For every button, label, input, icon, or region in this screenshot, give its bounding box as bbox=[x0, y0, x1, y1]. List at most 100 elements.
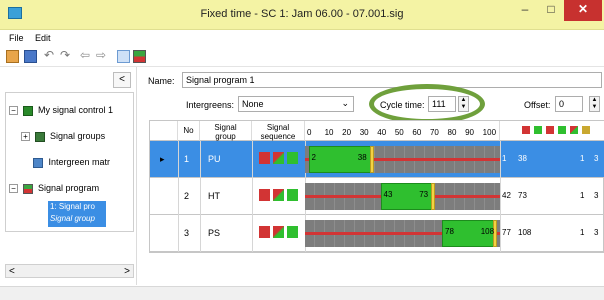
cycle-time-highlight-ring bbox=[369, 84, 485, 124]
selected-line-2: Signal group bbox=[50, 214, 95, 223]
column-divider bbox=[500, 141, 501, 178]
grid-empty-area bbox=[149, 253, 604, 285]
menu-file[interactable]: File bbox=[9, 33, 24, 43]
signal-timeline[interactable]: 78 108 bbox=[305, 215, 500, 252]
collapse-toggle-icon[interactable]: − bbox=[9, 106, 18, 116]
grid-view-icon[interactable] bbox=[117, 50, 130, 63]
tree-item-label: Intergreen matr bbox=[48, 157, 111, 167]
scroll-right-icon[interactable]: > bbox=[124, 266, 130, 277]
column-divider bbox=[178, 215, 179, 252]
column-header-timeline: 0 10 20 30 40 50 60 70 80 90 100 bbox=[305, 121, 500, 141]
signal-timeline[interactable]: 2 38 bbox=[305, 141, 500, 178]
close-button[interactable]: ✕ bbox=[564, 0, 602, 21]
header-line: Signal bbox=[214, 123, 237, 132]
tree-item-signal-program[interactable]: − Signal program bbox=[9, 183, 99, 194]
column-b-value: 3 bbox=[594, 191, 599, 200]
intergreen-icon bbox=[33, 157, 43, 168]
green-start-value: 1 bbox=[502, 154, 507, 163]
timeline-tick-label: 40 bbox=[377, 128, 387, 137]
collapse-toggle-icon[interactable]: − bbox=[9, 184, 18, 194]
column-header-signal-sequence: Signal sequence bbox=[252, 121, 305, 141]
column-a-value: 1 bbox=[580, 154, 585, 163]
save-icon[interactable] bbox=[24, 50, 37, 63]
selected-line-1: 1: Signal pro bbox=[50, 202, 95, 211]
timeline-tick-label: 50 bbox=[394, 128, 404, 137]
header-line: Signal bbox=[266, 123, 290, 132]
red-green-signal-icon bbox=[273, 189, 284, 201]
signal-group-name[interactable]: PU bbox=[208, 154, 221, 164]
new-icon[interactable] bbox=[6, 50, 19, 63]
green-end-label: 108 bbox=[480, 227, 495, 236]
amber-state-icon bbox=[582, 126, 590, 134]
signal-group-name[interactable]: HT bbox=[208, 191, 220, 201]
column-header-signal-group: Signal group bbox=[200, 121, 252, 141]
tree-item-selected-signal-program[interactable]: 1: Signal pro Signal group bbox=[48, 201, 106, 227]
row-number: 2 bbox=[184, 191, 190, 201]
expand-toggle-icon[interactable]: + bbox=[21, 132, 30, 142]
undo-icon[interactable]: ↶ bbox=[44, 49, 57, 63]
signal-program-grid: No Signal group Signal sequence 0 10 20 30 4… bbox=[149, 120, 604, 253]
timeline-tick-label: 10 bbox=[324, 128, 334, 137]
table-row[interactable]: 3 PS 78 108 77 108 1 3 bbox=[150, 215, 604, 252]
column-a-value: 1 bbox=[580, 228, 585, 237]
offset-spinner[interactable]: ▲ ▼ bbox=[589, 96, 600, 112]
intergreens-select[interactable]: None ⌄ bbox=[238, 96, 354, 112]
green-state-icon bbox=[558, 126, 566, 134]
column-b-value: 3 bbox=[594, 228, 599, 237]
green-state-icon bbox=[534, 126, 542, 134]
green-signal-icon bbox=[287, 189, 298, 201]
tree-item-signal-control[interactable]: − My signal control 1 bbox=[9, 105, 113, 116]
row-header-corner bbox=[150, 121, 178, 141]
red-green-signal-icon bbox=[273, 226, 284, 238]
status-bar bbox=[0, 286, 604, 300]
menu-edit[interactable]: Edit bbox=[35, 33, 51, 43]
column-divider bbox=[252, 215, 253, 252]
red-green-signal-icon bbox=[273, 152, 284, 164]
red-signal-icon bbox=[259, 226, 270, 238]
column-header-icons bbox=[500, 121, 604, 141]
timeline-tick-label: 80 bbox=[447, 128, 457, 137]
timeline-tick-label: 60 bbox=[412, 128, 422, 137]
green-start-label: 43 bbox=[383, 190, 393, 199]
green-end-label: 38 bbox=[357, 153, 367, 162]
intergreens-value: None bbox=[242, 99, 264, 109]
horizontal-scrollbar[interactable]: < > bbox=[5, 264, 134, 278]
scroll-left-icon[interactable]: < bbox=[9, 266, 15, 277]
signal-group-name[interactable]: PS bbox=[208, 228, 220, 238]
minimize-button[interactable]: – bbox=[512, 0, 538, 21]
maximize-button[interactable]: □ bbox=[538, 0, 564, 21]
red-state-icon bbox=[522, 126, 530, 134]
timeline-tick-label: 20 bbox=[342, 128, 352, 137]
red-state-icon bbox=[546, 126, 554, 134]
toolbar: ↶ ↷ ⇦ ⇨ bbox=[0, 47, 604, 67]
green-end-value: 73 bbox=[518, 191, 527, 200]
column-divider bbox=[178, 178, 179, 215]
collapse-panel-button[interactable]: < bbox=[113, 72, 131, 88]
green-start-label: 78 bbox=[445, 227, 454, 236]
tree-item-signal-groups[interactable]: + Signal groups bbox=[21, 131, 105, 142]
column-divider bbox=[252, 178, 253, 215]
header-icons bbox=[504, 126, 604, 138]
signal-timeline[interactable]: 43 73 bbox=[305, 178, 500, 215]
forward-icon[interactable]: ⇨ bbox=[96, 49, 109, 63]
column-divider bbox=[500, 215, 501, 252]
table-row[interactable]: ▸ 1 PU 2 38 1 38 1 3 bbox=[150, 141, 604, 178]
timeline-tick-label: 70 bbox=[429, 128, 439, 137]
back-icon[interactable]: ⇦ bbox=[80, 49, 93, 63]
amber-phase-bar bbox=[369, 146, 374, 173]
green-end-value: 108 bbox=[518, 228, 532, 237]
name-label: Name: bbox=[148, 76, 175, 86]
redo-icon[interactable]: ↷ bbox=[60, 49, 73, 63]
column-divider bbox=[200, 215, 201, 252]
column-divider bbox=[200, 178, 201, 215]
signal-view-icon[interactable] bbox=[133, 50, 146, 63]
name-input[interactable]: Signal program 1 bbox=[182, 72, 602, 88]
tree-item-intergreen[interactable]: Intergreen matr bbox=[33, 157, 110, 168]
row-number: 1 bbox=[184, 154, 190, 164]
green-start-value: 77 bbox=[502, 228, 511, 237]
column-b-value: 3 bbox=[594, 154, 599, 163]
green-end-label: 73 bbox=[419, 190, 429, 199]
offset-input[interactable]: 0 bbox=[555, 96, 583, 112]
signal-groups-icon bbox=[34, 131, 45, 142]
table-row[interactable]: 2 HT 43 73 42 73 1 3 bbox=[150, 178, 604, 215]
